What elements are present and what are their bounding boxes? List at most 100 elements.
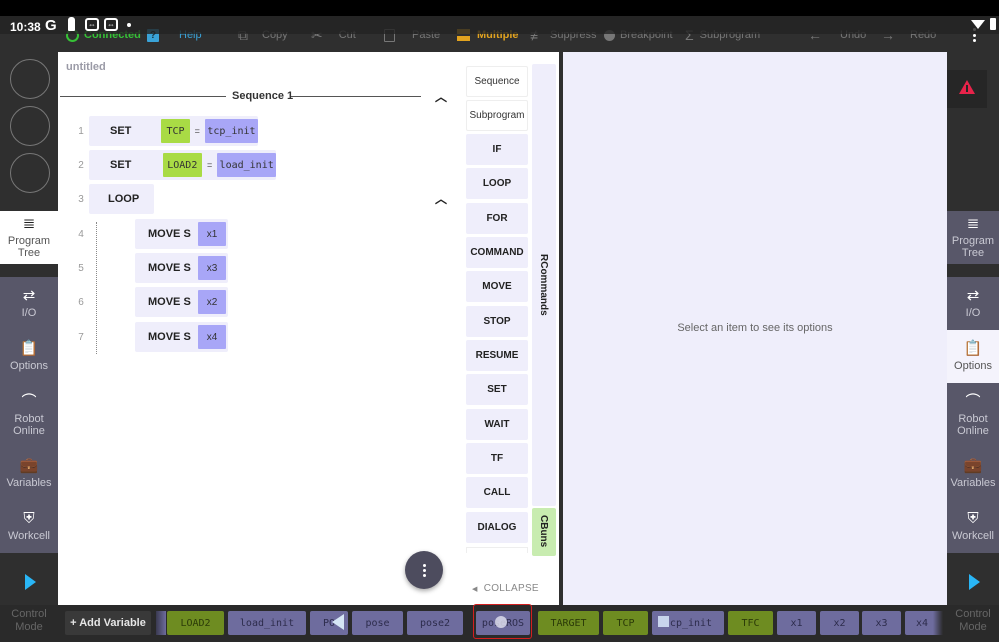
nav-label: Variables bbox=[6, 477, 52, 489]
sequence-title[interactable]: Sequence 1 bbox=[232, 90, 293, 102]
control-mode-label: Control Mode bbox=[955, 608, 991, 633]
caret-left-icon: ◀ bbox=[472, 585, 478, 593]
control-mode-label: Control Mode bbox=[11, 608, 47, 633]
chevron-up-icon[interactable]: ︿ bbox=[435, 88, 447, 105]
chevron-up-icon[interactable]: ︿ bbox=[435, 190, 447, 207]
left-nav-io[interactable]: ⇄ I/O bbox=[0, 277, 58, 330]
divider bbox=[60, 96, 226, 97]
clipboard-icon: 📋 bbox=[19, 340, 39, 357]
command-move[interactable]: MOVE bbox=[466, 271, 528, 302]
left-nav-workcell[interactable]: ⛨ Workcell bbox=[0, 500, 58, 553]
variable-chip[interactable]: x2 bbox=[820, 611, 859, 635]
equals-sign: = bbox=[207, 160, 213, 170]
tab-cbuns[interactable]: CBuns bbox=[532, 508, 556, 556]
command-dialog[interactable]: DIALOG bbox=[466, 512, 528, 543]
variable-chip[interactable]: TARGET bbox=[538, 611, 599, 635]
variable-chip[interactable]: pose2 bbox=[407, 611, 463, 635]
row-keyword: MOVE S bbox=[148, 296, 191, 308]
play-icon[interactable] bbox=[25, 574, 36, 590]
program-row-set-tcp[interactable]: SET TCP = tcp_init bbox=[89, 116, 258, 146]
options-panel: Select an item to see its options bbox=[563, 52, 947, 605]
command-resume[interactable]: RESUME bbox=[466, 340, 528, 371]
collapse-button[interactable]: ◀ COLLAPSE bbox=[472, 583, 539, 594]
right-nav-io[interactable]: ⇄ I/O bbox=[947, 277, 999, 330]
more-actions-button[interactable] bbox=[405, 551, 443, 589]
right-nav-workcell[interactable]: ⛨ Workcell bbox=[947, 500, 999, 553]
command-stop[interactable]: STOP bbox=[466, 306, 528, 337]
variable-chip[interactable]: TFC bbox=[728, 611, 773, 635]
io-arrows-icon: ⇄ bbox=[966, 287, 980, 304]
nav-label: Program Tree bbox=[951, 235, 995, 259]
row-number: 3 bbox=[78, 194, 84, 205]
variable-chip[interactable]: x3 bbox=[862, 611, 901, 635]
command-overflow bbox=[466, 547, 528, 553]
divider bbox=[291, 96, 421, 97]
list-icon: ≣ bbox=[966, 215, 980, 232]
program-tree-panel: untitled Sequence 1 ︿ 1 SET TCP = tcp_in… bbox=[58, 52, 559, 605]
play-icon[interactable] bbox=[969, 574, 980, 590]
nav-label: Options bbox=[10, 360, 48, 372]
equals-sign: = bbox=[194, 126, 200, 136]
command-set[interactable]: SET bbox=[466, 374, 528, 405]
collapse-label: COLLAPSE bbox=[483, 583, 539, 594]
touch-indicator bbox=[658, 616, 669, 627]
row-number: 1 bbox=[78, 126, 84, 137]
left-nav-program-tree[interactable]: ≣ Program Tree bbox=[0, 211, 58, 264]
row-number: 5 bbox=[78, 263, 84, 274]
command-call[interactable]: CALL bbox=[466, 477, 528, 508]
command-loop[interactable]: LOOP bbox=[466, 168, 528, 199]
value-chip[interactable]: x2 bbox=[198, 290, 226, 314]
program-row-loop[interactable]: LOOP bbox=[89, 184, 154, 214]
control-button-3[interactable] bbox=[10, 153, 50, 193]
robot-arm-icon: ⌒ bbox=[965, 392, 981, 410]
value-chip[interactable]: load_init bbox=[217, 153, 276, 177]
command-sequence[interactable]: Sequence bbox=[466, 66, 528, 97]
variable-chip[interactable]: load_init bbox=[228, 611, 306, 635]
right-nav-options[interactable]: 📋 Options bbox=[947, 330, 999, 383]
command-if[interactable]: IF bbox=[466, 134, 528, 165]
command-subprogram[interactable]: Subprogram bbox=[466, 100, 528, 131]
variable-chip[interactable]: TCP bbox=[161, 119, 190, 143]
value-chip[interactable]: x4 bbox=[198, 325, 226, 349]
command-command[interactable]: COMMAND bbox=[466, 237, 528, 268]
variable-chip[interactable]: x1 bbox=[777, 611, 816, 635]
program-title: untitled bbox=[66, 61, 106, 73]
command-for[interactable]: FOR bbox=[466, 203, 528, 234]
status-time: 10:38 bbox=[10, 20, 41, 34]
program-row-set-load2[interactable]: SET LOAD2 = load_init bbox=[89, 150, 276, 180]
add-variable-button[interactable]: + Add Variable bbox=[65, 611, 151, 635]
tab-rcommands[interactable]: RCommands bbox=[532, 64, 556, 506]
variable-chip[interactable]: TCP bbox=[603, 611, 648, 635]
program-row-move[interactable]: MOVE S x3 bbox=[135, 253, 228, 283]
variable-chip[interactable]: pose bbox=[352, 611, 403, 635]
nav-label: I/O bbox=[21, 307, 37, 319]
right-nav-variables[interactable]: 💼 Variables bbox=[947, 447, 999, 500]
app-screen: Connected ? Help ⧉ Copy ✂ Cut Paste Mult… bbox=[0, 0, 999, 642]
left-nav-robot-online[interactable]: ⌒ Robot Online bbox=[0, 383, 58, 447]
left-nav-variables[interactable]: 💼 Variables bbox=[0, 447, 58, 500]
value-chip[interactable]: tcp_init bbox=[204, 119, 258, 143]
nav-label: Robot Online bbox=[13, 412, 45, 437]
program-row-move[interactable]: MOVE S x1 bbox=[135, 219, 228, 249]
control-button-1[interactable] bbox=[10, 59, 50, 99]
battery-icon bbox=[990, 18, 996, 30]
control-button-2[interactable] bbox=[10, 106, 50, 146]
value-chip[interactable]: x1 bbox=[198, 222, 226, 246]
shield-icon: ⛨ bbox=[967, 510, 979, 527]
left-sidebar: ≣ Program Tree ⇄ I/O 📋 Options ⌒ Robot O… bbox=[0, 52, 58, 605]
variable-chip[interactable]: LOAD2 bbox=[162, 153, 203, 177]
right-nav-robot-online[interactable]: ⌒ Robot Online bbox=[947, 383, 999, 447]
variable-chip[interactable]: LOAD2 bbox=[167, 611, 224, 635]
program-row-move[interactable]: MOVE S x2 bbox=[135, 287, 228, 317]
command-wait[interactable]: WAIT bbox=[466, 409, 528, 440]
tree-connector bbox=[96, 222, 97, 354]
row-keyword: MOVE S bbox=[148, 262, 191, 274]
remote-icon: ⇔ bbox=[85, 18, 99, 31]
command-tf[interactable]: TF bbox=[466, 443, 528, 474]
tab-label: RCommands bbox=[538, 254, 549, 316]
right-nav-program-tree[interactable]: ≣ Program Tree bbox=[947, 211, 999, 264]
value-chip[interactable]: x3 bbox=[198, 256, 226, 280]
briefcase-icon: 💼 bbox=[963, 457, 983, 474]
program-row-move[interactable]: MOVE S x4 bbox=[135, 322, 228, 352]
left-nav-options[interactable]: 📋 Options bbox=[0, 330, 58, 383]
